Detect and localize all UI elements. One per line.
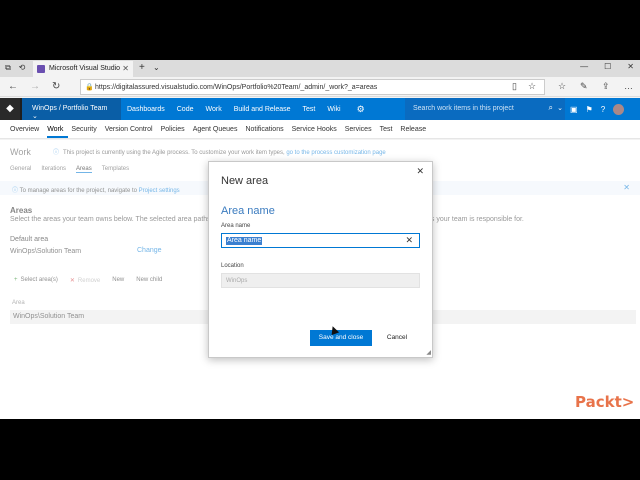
forward-icon[interactable]: → [30,81,40,92]
tab-title: Microsoft Visual Studio [49,65,121,72]
url-text: https://digitalassured.visualstudio.com/… [95,84,378,91]
favorite-icon[interactable]: ☆ [528,81,536,92]
clear-input-icon[interactable]: ✕ [405,235,413,246]
marketplace-icon[interactable]: ▣ [570,105,578,114]
cancel-button[interactable]: Cancel [381,330,413,346]
browser-tab[interactable]: Microsoft Visual Studio ✕ [33,61,133,77]
work-item-search[interactable]: Search work items in this project ⌕ ⌄ [405,98,565,120]
notes-icon[interactable]: ✎ [580,81,588,92]
hub-work[interactable]: Work [199,106,227,113]
admin-tab-services[interactable]: Services [345,120,377,138]
window-close-icon[interactable]: ✕ [627,62,634,71]
admin-tab-service-hooks[interactable]: Service Hooks [292,120,342,138]
hub-nav: Dashboards Code Work Build and Release T… [121,98,405,120]
location-field: WinOps [221,273,420,288]
search-dropdown-icon[interactable]: ⌄ [557,104,563,112]
tab-list-icon[interactable]: ⌄ [153,63,160,72]
vsts-header: ◆ WinOps / Portfolio Team ⌄ Dashboards C… [0,98,640,120]
area-name-input[interactable]: Area name ✕ [221,233,420,248]
admin-tab-overview[interactable]: Overview [10,120,44,138]
packt-logo: Packt> [575,393,635,411]
project-name: WinOps / Portfolio Team [32,105,108,112]
admin-tab-release[interactable]: Release [400,120,431,138]
more-icon[interactable]: … [624,81,633,91]
hub-test[interactable]: Test [297,106,322,113]
project-selector[interactable]: WinOps / Portfolio Team ⌄ [22,98,121,120]
browser-tabbar: ⧉ ⟲ Microsoft Visual Studio ✕ + ⌄ — ☐ ✕ [0,60,640,77]
new-area-dialog: New area ✕ Area name Area name Area name… [208,161,433,358]
share-icon[interactable]: ⇪ [602,81,610,92]
back-icon[interactable]: ← [8,81,18,92]
dialog-section-title: Area name [221,205,275,217]
help-icon[interactable]: ? [601,105,605,114]
area-name-value: Area name [226,237,263,245]
reading-view-icon[interactable]: ▯ [512,81,517,92]
hub-build-release[interactable]: Build and Release [228,106,297,113]
hub-code[interactable]: Code [171,106,200,113]
admin-tab-agent-queues[interactable]: Agent Queues [193,120,243,138]
refresh-icon[interactable]: ↻ [52,81,60,92]
dialog-close-icon[interactable]: ✕ [416,166,424,177]
new-tab-icon[interactable]: + [139,62,145,73]
admin-tab-security[interactable]: Security [71,120,101,138]
minimize-icon[interactable]: — [580,62,588,71]
tab-aside-icon[interactable]: ⧉ [3,63,13,73]
lock-icon: 🔒 [85,84,94,91]
admin-tab-work[interactable]: Work [47,120,69,138]
app-window: ⧉ ⟲ Microsoft Visual Studio ✕ + ⌄ — ☐ ✕ … [0,60,640,419]
hub-dashboards[interactable]: Dashboards [121,106,171,113]
vs-favicon-icon [37,65,45,73]
settings-gear-icon[interactable]: ⚙ [357,104,365,115]
hub-wiki[interactable]: Wiki [321,106,346,113]
admin-tab-version-control[interactable]: Version Control [105,120,158,138]
url-input[interactable]: 🔒 https://digitalassured.visualstudio.co… [80,79,545,95]
vsts-logo-icon[interactable]: ◆ [0,98,20,120]
area-name-label: Area name [221,223,251,229]
search-icon[interactable]: ⌕ [549,103,553,113]
dialog-title: New area [221,175,269,187]
flag-icon[interactable]: ⚑ [586,105,593,114]
resize-handle-icon[interactable]: ◢ [426,349,431,356]
search-placeholder: Search work items in this project [413,105,514,112]
admin-tab-policies[interactable]: Policies [161,120,190,138]
admin-tab-test[interactable]: Test [380,120,398,138]
location-label: Location [221,263,244,269]
save-and-close-button[interactable]: Save and close [310,330,372,346]
header-right-icons: ▣ ⚑ ? [565,98,640,120]
tab-close-icon[interactable]: ✕ [122,64,129,73]
admin-tab-notifications[interactable]: Notifications [245,120,288,138]
maximize-icon[interactable]: ☐ [604,62,611,71]
avatar[interactable] [613,103,625,115]
address-bar: ← → ↻ 🔒 https://digitalassured.visualstu… [0,77,640,97]
tab-back-icon[interactable]: ⟲ [17,63,27,73]
admin-nav: Overview Work Security Version Control P… [0,120,640,139]
favorites-hub-icon[interactable]: ☆ [558,81,566,92]
